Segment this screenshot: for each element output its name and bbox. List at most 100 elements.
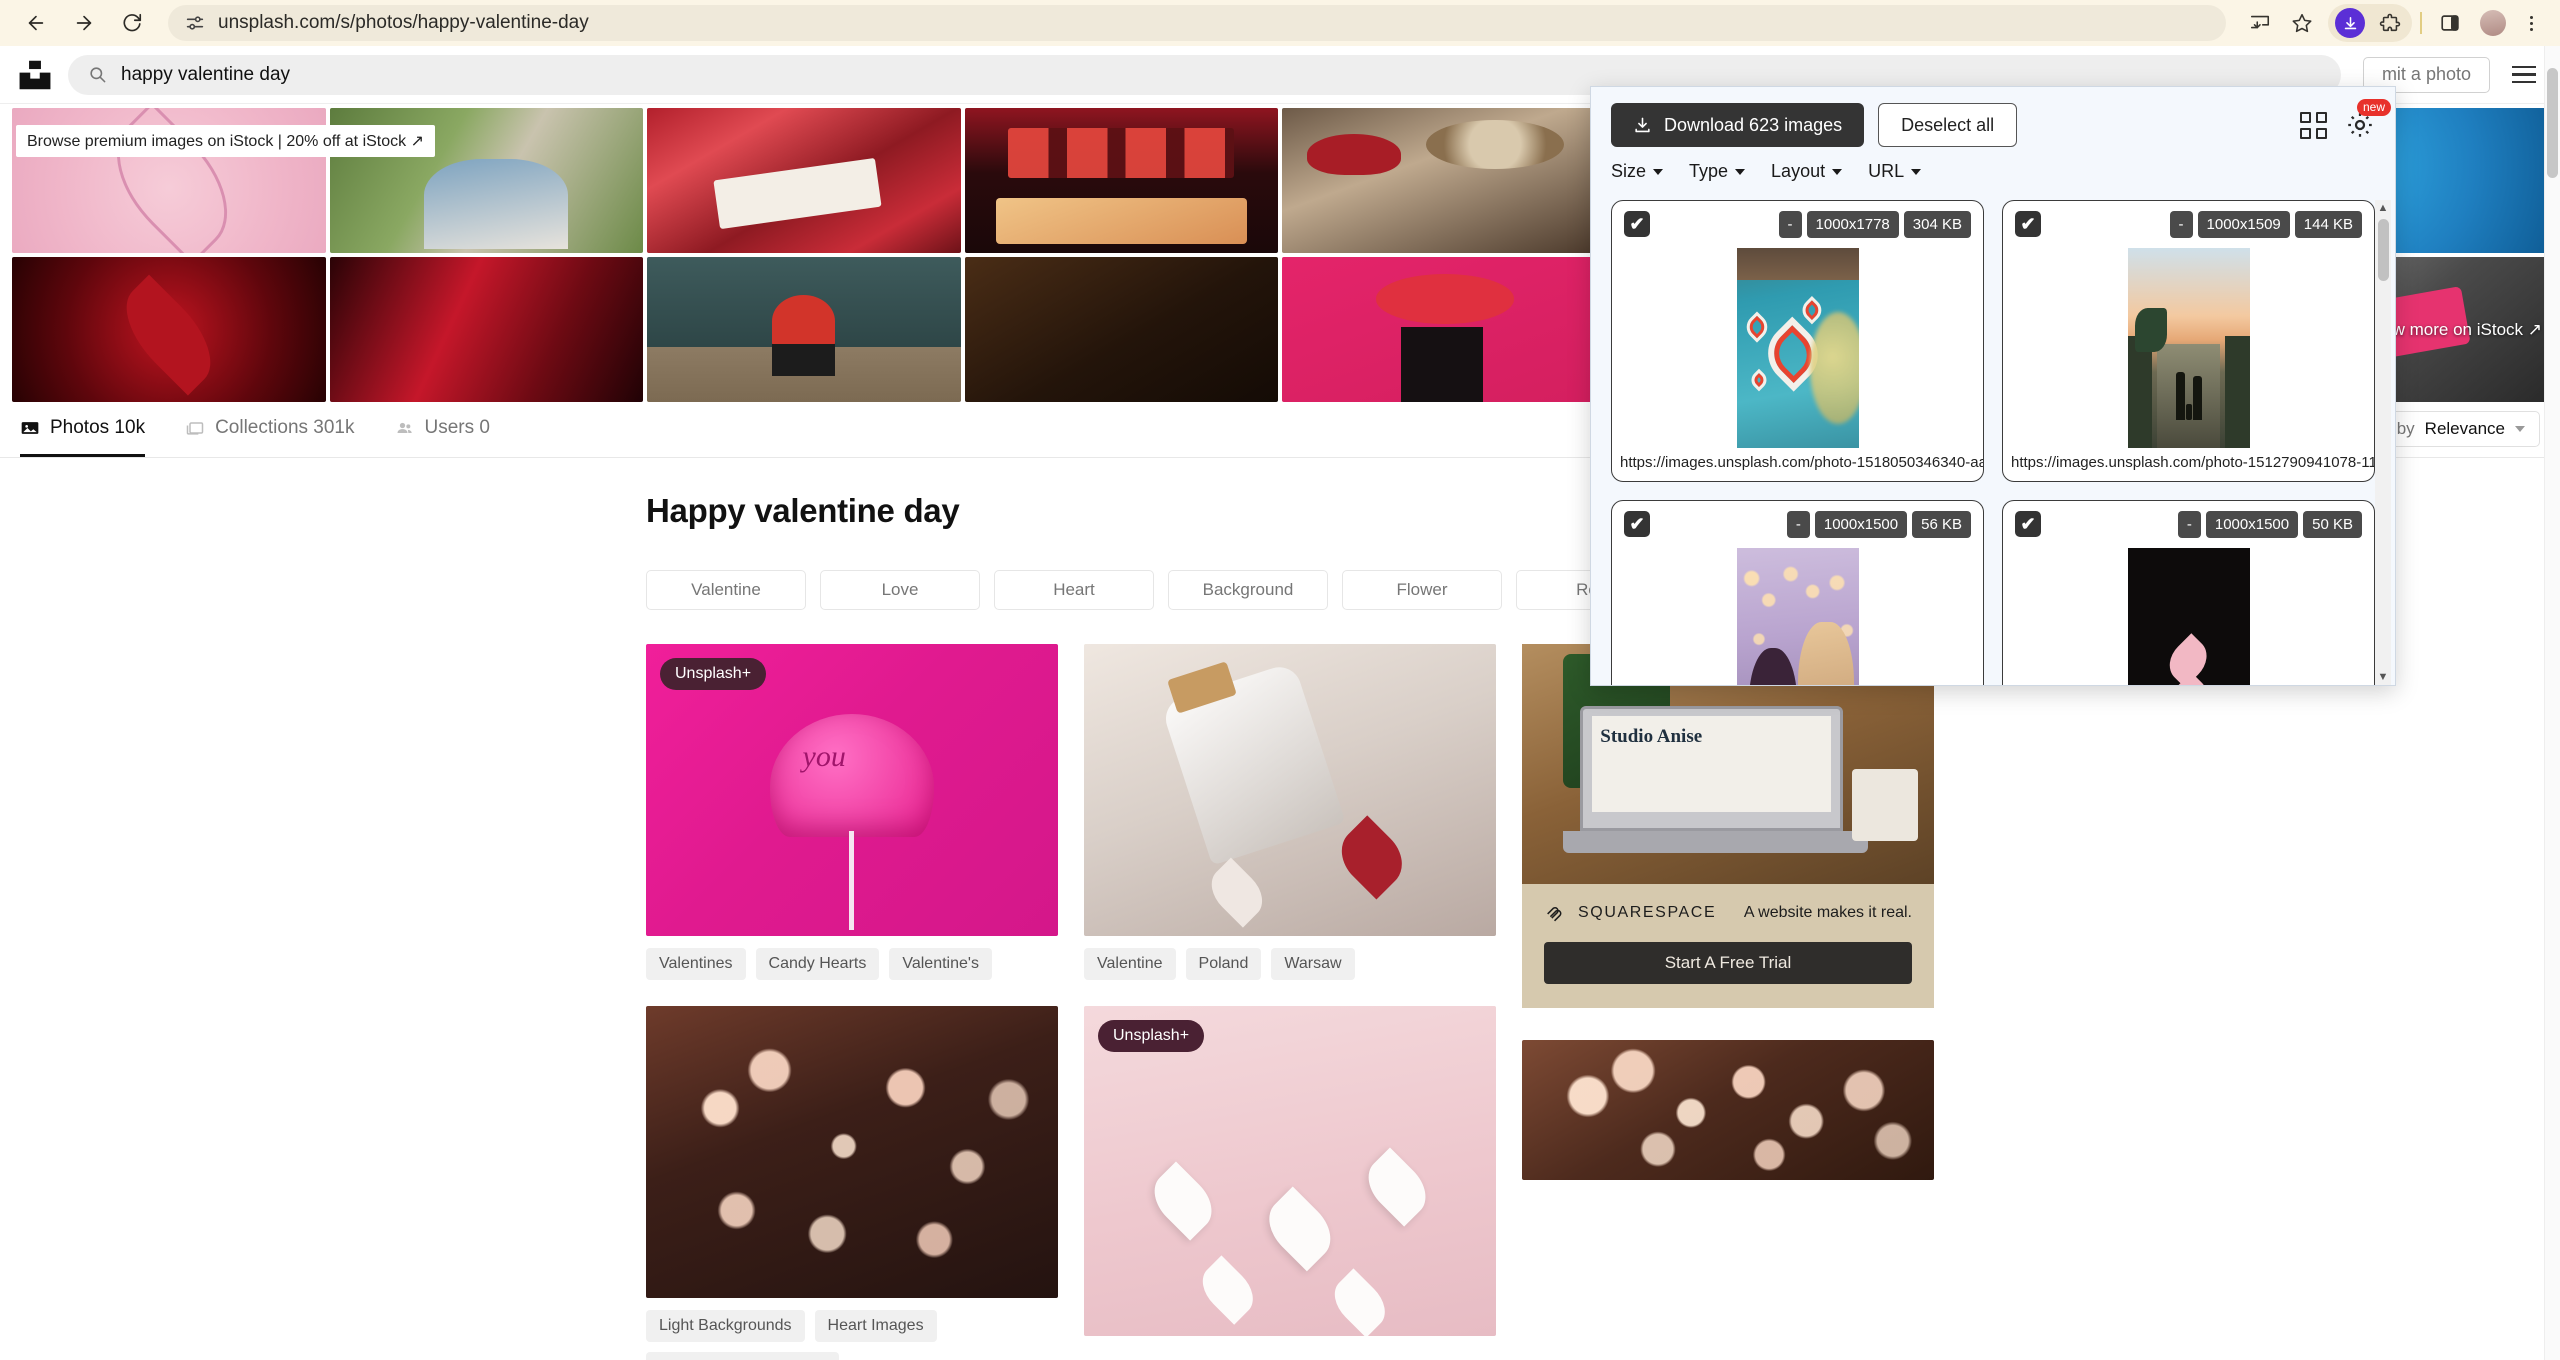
remove-image-button[interactable]: - <box>2169 211 2193 238</box>
istock-view-more-link[interactable]: ew more on iStock ↗ <box>2383 320 2542 340</box>
photo-tags: Valentine Poland Warsaw <box>1084 948 1496 980</box>
extension-scrollbar[interactable]: ▲ ▼ <box>2375 200 2391 685</box>
filter-pill-flower[interactable]: Flower <box>1342 570 1502 610</box>
photo-tag[interactable]: Warsaw <box>1271 948 1355 980</box>
site-settings-icon[interactable] <box>184 12 206 34</box>
hamburger-line <box>2512 65 2536 69</box>
image-card[interactable]: ✔ - 1000x1500 56 KB <box>1611 500 1984 685</box>
ad-cta-button[interactable]: Start A Free Trial <box>1544 942 1912 984</box>
side-panel-button[interactable] <box>2430 4 2470 42</box>
tab-users[interactable]: Users 0 <box>395 401 490 457</box>
photo-tag[interactable]: Heart Images <box>814 1310 937 1342</box>
unsplash-logo[interactable] <box>16 56 54 94</box>
photo-tag[interactable]: Valentine's <box>889 948 992 980</box>
filter-layout[interactable]: Layout <box>1771 161 1843 182</box>
photo-thumbnail-pink-hearts-flatlay[interactable]: Unsplash+ <box>1084 1006 1496 1336</box>
photo-thumbnail-message-bottle[interactable] <box>1084 644 1496 936</box>
tab-collections-label: Collections 301k <box>215 417 355 438</box>
photo-card[interactable]: you Unsplash+ Valentines Candy Hearts Va… <box>646 644 1058 980</box>
image-downloader-extension-button[interactable] <box>2335 8 2365 38</box>
image-thumbnail-wrapper <box>1612 548 1983 685</box>
tab-collections[interactable]: Collections 301k <box>185 401 355 457</box>
photo-card[interactable]: Valentine Poland Warsaw <box>1084 644 1496 980</box>
filter-type[interactable]: Type <box>1689 161 1746 182</box>
istock-thumb[interactable] <box>1282 108 1596 253</box>
istock-thumb[interactable] <box>1282 257 1596 402</box>
istock-thumb[interactable] <box>647 257 961 402</box>
photo-tag[interactable]: Valentine <box>1084 948 1176 980</box>
photo-tag[interactable]: Light Backgrounds <box>646 1310 805 1342</box>
image-select-checkbox[interactable]: ✔ <box>2015 511 2041 537</box>
photo-card[interactable] <box>1522 1040 1934 1180</box>
image-select-checkbox[interactable]: ✔ <box>1624 211 1650 237</box>
deselect-all-button[interactable]: Deselect all <box>1878 103 2018 147</box>
photo-tag[interactable]: Hq Background Images <box>646 1352 840 1360</box>
extension-toolbar-actions: new <box>2300 99 2391 140</box>
tab-photos[interactable]: Photos 10k <box>20 401 146 457</box>
image-thumbnail-pink-hearts-dark[interactable] <box>2127 548 2250 685</box>
filter-pill-heart[interactable]: Heart <box>994 570 1154 610</box>
ad-tagline: A website makes it real. <box>1743 904 1912 921</box>
search-icon <box>88 65 107 84</box>
chrome-menu-button[interactable] <box>2516 15 2546 31</box>
image-thumbnail-couple-string-lights[interactable] <box>1736 548 1859 685</box>
filter-pill-background[interactable]: Background <box>1168 570 1328 610</box>
cast-button[interactable] <box>2240 4 2280 42</box>
page-scrollbar[interactable] <box>2544 46 2560 1360</box>
grid-view-button[interactable] <box>2300 111 2327 139</box>
toolbar-divider <box>2420 12 2422 34</box>
remove-image-button[interactable]: - <box>1786 511 1810 538</box>
forward-button[interactable] <box>62 4 106 42</box>
photo-tag[interactable]: Poland <box>1185 948 1262 980</box>
tab-photos-label: Photos 10k <box>50 417 146 438</box>
scrollbar-thumb[interactable] <box>2377 219 2389 281</box>
filter-size[interactable]: Size <box>1611 161 1664 182</box>
istock-thumb[interactable] <box>964 108 1278 253</box>
istock-thumb[interactable] <box>647 108 961 253</box>
istock-thumb[interactable] <box>329 257 643 402</box>
image-select-checkbox[interactable]: ✔ <box>1624 511 1650 537</box>
photo-tag[interactable]: Valentines <box>646 948 746 980</box>
scroll-up-arrow-icon[interactable]: ▲ <box>2378 200 2389 216</box>
profile-avatar[interactable] <box>2480 10 2506 36</box>
bookmark-button[interactable] <box>2282 4 2322 42</box>
photo-thumbnail-heart-lollipop[interactable]: you Unsplash+ <box>646 644 1058 936</box>
image-card[interactable]: ✔ - 1000x1500 50 KB <box>2002 500 2375 685</box>
image-card-header: ✔ - 1000x1500 56 KB <box>1612 501 1983 548</box>
photo-card[interactable]: Light Backgrounds Heart Images Hq Backgr… <box>646 994 1058 1360</box>
istock-thumb[interactable] <box>12 257 326 402</box>
photo-card[interactable]: Unsplash+ <box>1084 994 1496 1336</box>
squarespace-ad-card[interactable]: Studio Anise SQUARESPACE A website makes… <box>1522 644 1934 1008</box>
image-filesize: 304 KB <box>1903 211 1971 238</box>
reload-button[interactable] <box>110 4 154 42</box>
hamburger-icon[interactable] <box>2504 57 2544 93</box>
photo-thumbnail-heart-bokeh[interactable] <box>646 1006 1058 1298</box>
remove-image-button[interactable]: - <box>1778 211 1802 238</box>
istock-badge[interactable]: Browse premium images on iStock | 20% of… <box>16 125 435 157</box>
filter-type-label: Type <box>1689 161 1729 181</box>
settings-button[interactable]: new <box>2345 99 2391 140</box>
new-badge: new <box>2356 99 2391 117</box>
remove-image-button[interactable]: - <box>2177 511 2201 538</box>
image-card[interactable]: ✔ - 1000x1509 144 KB https://images.unsp… <box>2002 200 2375 482</box>
search-query-text: happy valentine day <box>121 63 291 85</box>
photo-tags: Valentines Candy Hearts Valentine's <box>646 948 1058 980</box>
image-card-meta: - 1000x1778 304 KB <box>1778 211 1971 238</box>
page-scrollbar-thumb[interactable] <box>2547 68 2558 178</box>
image-card[interactable]: ✔ - 1000x1778 304 KB https://images.unsp… <box>1611 200 1984 482</box>
image-thumbnail-heart-graffiti-wall[interactable] <box>1736 248 1859 448</box>
scroll-down-arrow-icon[interactable]: ▼ <box>2378 669 2389 685</box>
photo-tag[interactable]: Candy Hearts <box>755 948 880 980</box>
image-select-checkbox[interactable]: ✔ <box>2015 211 2041 237</box>
extension-results-scroll[interactable]: ✔ - 1000x1778 304 KB https://images.unsp… <box>1591 194 2395 685</box>
filter-pill-valentine[interactable]: Valentine <box>646 570 806 610</box>
image-thumbnail-couple-sunset-bridge[interactable] <box>2127 248 2250 448</box>
istock-thumb[interactable] <box>964 257 1278 402</box>
filter-pill-love[interactable]: Love <box>820 570 980 610</box>
back-button[interactable] <box>14 4 58 42</box>
photo-thumbnail-heart-bokeh-2[interactable] <box>1522 1040 1934 1180</box>
extensions-button[interactable] <box>2370 4 2410 42</box>
filter-url[interactable]: URL <box>1868 161 1922 182</box>
address-bar[interactable]: unsplash.com/s/photos/happy-valentine-da… <box>168 5 2226 41</box>
download-images-button[interactable]: Download 623 images <box>1611 103 1865 147</box>
